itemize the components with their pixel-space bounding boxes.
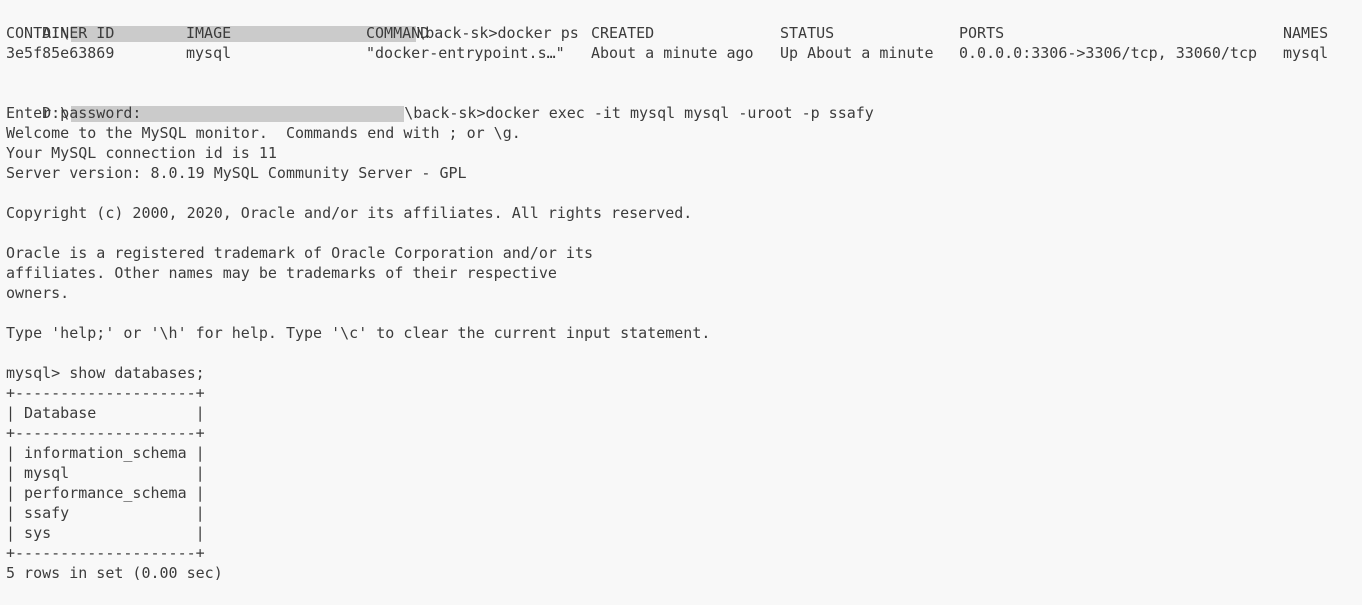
container-names: mysql <box>1283 44 1329 62</box>
command-line-docker-ps: D:\ \back-sk>docker ps <box>6 3 1356 42</box>
container-command: "docker-entrypoint.s…" <box>366 44 565 62</box>
output-line: owners. <box>6 284 70 302</box>
table-row: | information_schema | <box>6 444 205 462</box>
header-created: CREATED <box>591 24 655 42</box>
output-line: Enter password: <box>6 104 142 122</box>
output-line: affiliates. Other names may be trademark… <box>6 264 557 282</box>
table-border: +--------------------+ <box>6 424 205 442</box>
header-image: IMAGE <box>186 24 232 42</box>
container-image: mysql <box>186 44 232 62</box>
header-ports: PORTS <box>959 24 1005 42</box>
command-line-docker-exec: D:\ \back-sk>docker exec -it mysql mysql … <box>6 83 1356 122</box>
output-line: Type 'help;' or '\h' for help. Type '\c'… <box>6 324 711 342</box>
table-row: | mysql | <box>6 464 205 482</box>
header-container-id: CONTAINER ID <box>6 24 115 42</box>
table-header-row: | Database | <box>6 404 205 422</box>
header-names: NAMES <box>1283 24 1329 42</box>
table-border: +--------------------+ <box>6 544 205 562</box>
table-row: | ssafy | <box>6 504 205 522</box>
output-line: Server version: 8.0.19 MySQL Community S… <box>6 164 467 182</box>
ps-header-row: CONTAINER ID IMAGE COMMAND CREATED STATU… <box>6 23 1356 43</box>
container-status: Up About a minute <box>780 44 934 62</box>
mysql-prompt-line: mysql> show databases; <box>6 364 205 382</box>
output-line: Your MySQL connection id is 11 <box>6 144 277 162</box>
output-line: Oracle is a registered trademark of Orac… <box>6 244 593 262</box>
table-row: | performance_schema | <box>6 484 205 502</box>
header-command: COMMAND <box>366 24 430 42</box>
container-ports: 0.0.0.0:3306->3306/tcp, 33060/tcp <box>959 44 1258 62</box>
output-line: Welcome to the MySQL monitor. Commands e… <box>6 124 521 142</box>
ps-container-row: 3e5f85e63869 mysql "docker-entrypoint.s…… <box>6 43 1356 63</box>
header-status: STATUS <box>780 24 835 42</box>
container-id: 3e5f85e63869 <box>6 44 115 62</box>
table-border: +--------------------+ <box>6 384 205 402</box>
table-row: | sys | <box>6 524 205 542</box>
output-line: Copyright (c) 2000, 2020, Oracle and/or … <box>6 204 693 222</box>
result-summary: 5 rows in set (0.00 sec) <box>6 564 223 582</box>
container-created: About a minute ago <box>591 44 754 62</box>
terminal-output[interactable]: D:\ \back-sk>docker ps CONTAINER ID IMAGE… <box>6 3 1356 583</box>
